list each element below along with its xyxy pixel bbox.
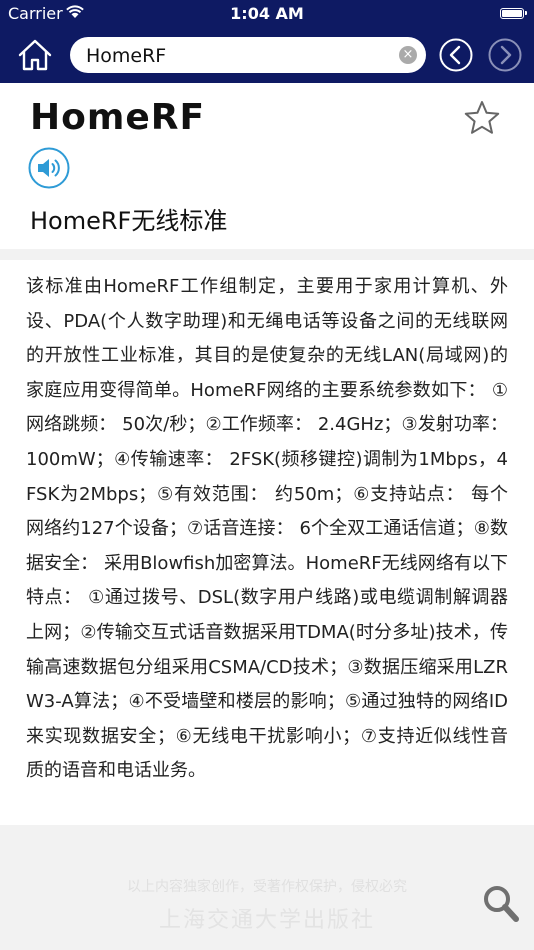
chevron-left-icon xyxy=(439,38,473,72)
home-button[interactable] xyxy=(16,38,54,72)
clock: 1:04 AM xyxy=(230,4,304,23)
headword: HomeRF xyxy=(30,97,206,138)
entry-header: HomeRF HomeRF无线标准 xyxy=(0,83,534,249)
copyright-notice: 以上内容独家创作，受著作权保护，侵权必究 xyxy=(127,879,407,895)
status-bar: Carrier 1:04 AM xyxy=(0,0,534,28)
back-button[interactable] xyxy=(439,38,473,72)
speaker-icon xyxy=(28,147,70,189)
battery-icon xyxy=(500,8,527,19)
search-icon xyxy=(484,886,519,922)
forward-button[interactable] xyxy=(488,38,522,72)
entry-subtitle: HomeRF无线标准 xyxy=(30,207,228,235)
star-icon xyxy=(464,101,500,134)
search-field[interactable]: × xyxy=(70,37,426,73)
pronunciation-button[interactable] xyxy=(28,147,70,189)
entry-body: 该标准由HomeRF工作组制定，主要用于家用计算机、外设、PDA(个人数字助理)… xyxy=(0,260,534,825)
favorite-button[interactable] xyxy=(463,100,501,136)
search-button[interactable] xyxy=(482,884,520,924)
publisher-watermark: 上海交通大学出版社 xyxy=(158,908,375,933)
nav-bar: × xyxy=(0,28,534,83)
clear-icon[interactable]: × xyxy=(399,46,417,64)
home-icon xyxy=(18,39,52,71)
search-input[interactable] xyxy=(84,41,388,71)
definition-text: 该标准由HomeRF工作组制定，主要用于家用计算机、外设、PDA(个人数字助理)… xyxy=(26,276,508,782)
chevron-right-icon xyxy=(488,38,522,72)
